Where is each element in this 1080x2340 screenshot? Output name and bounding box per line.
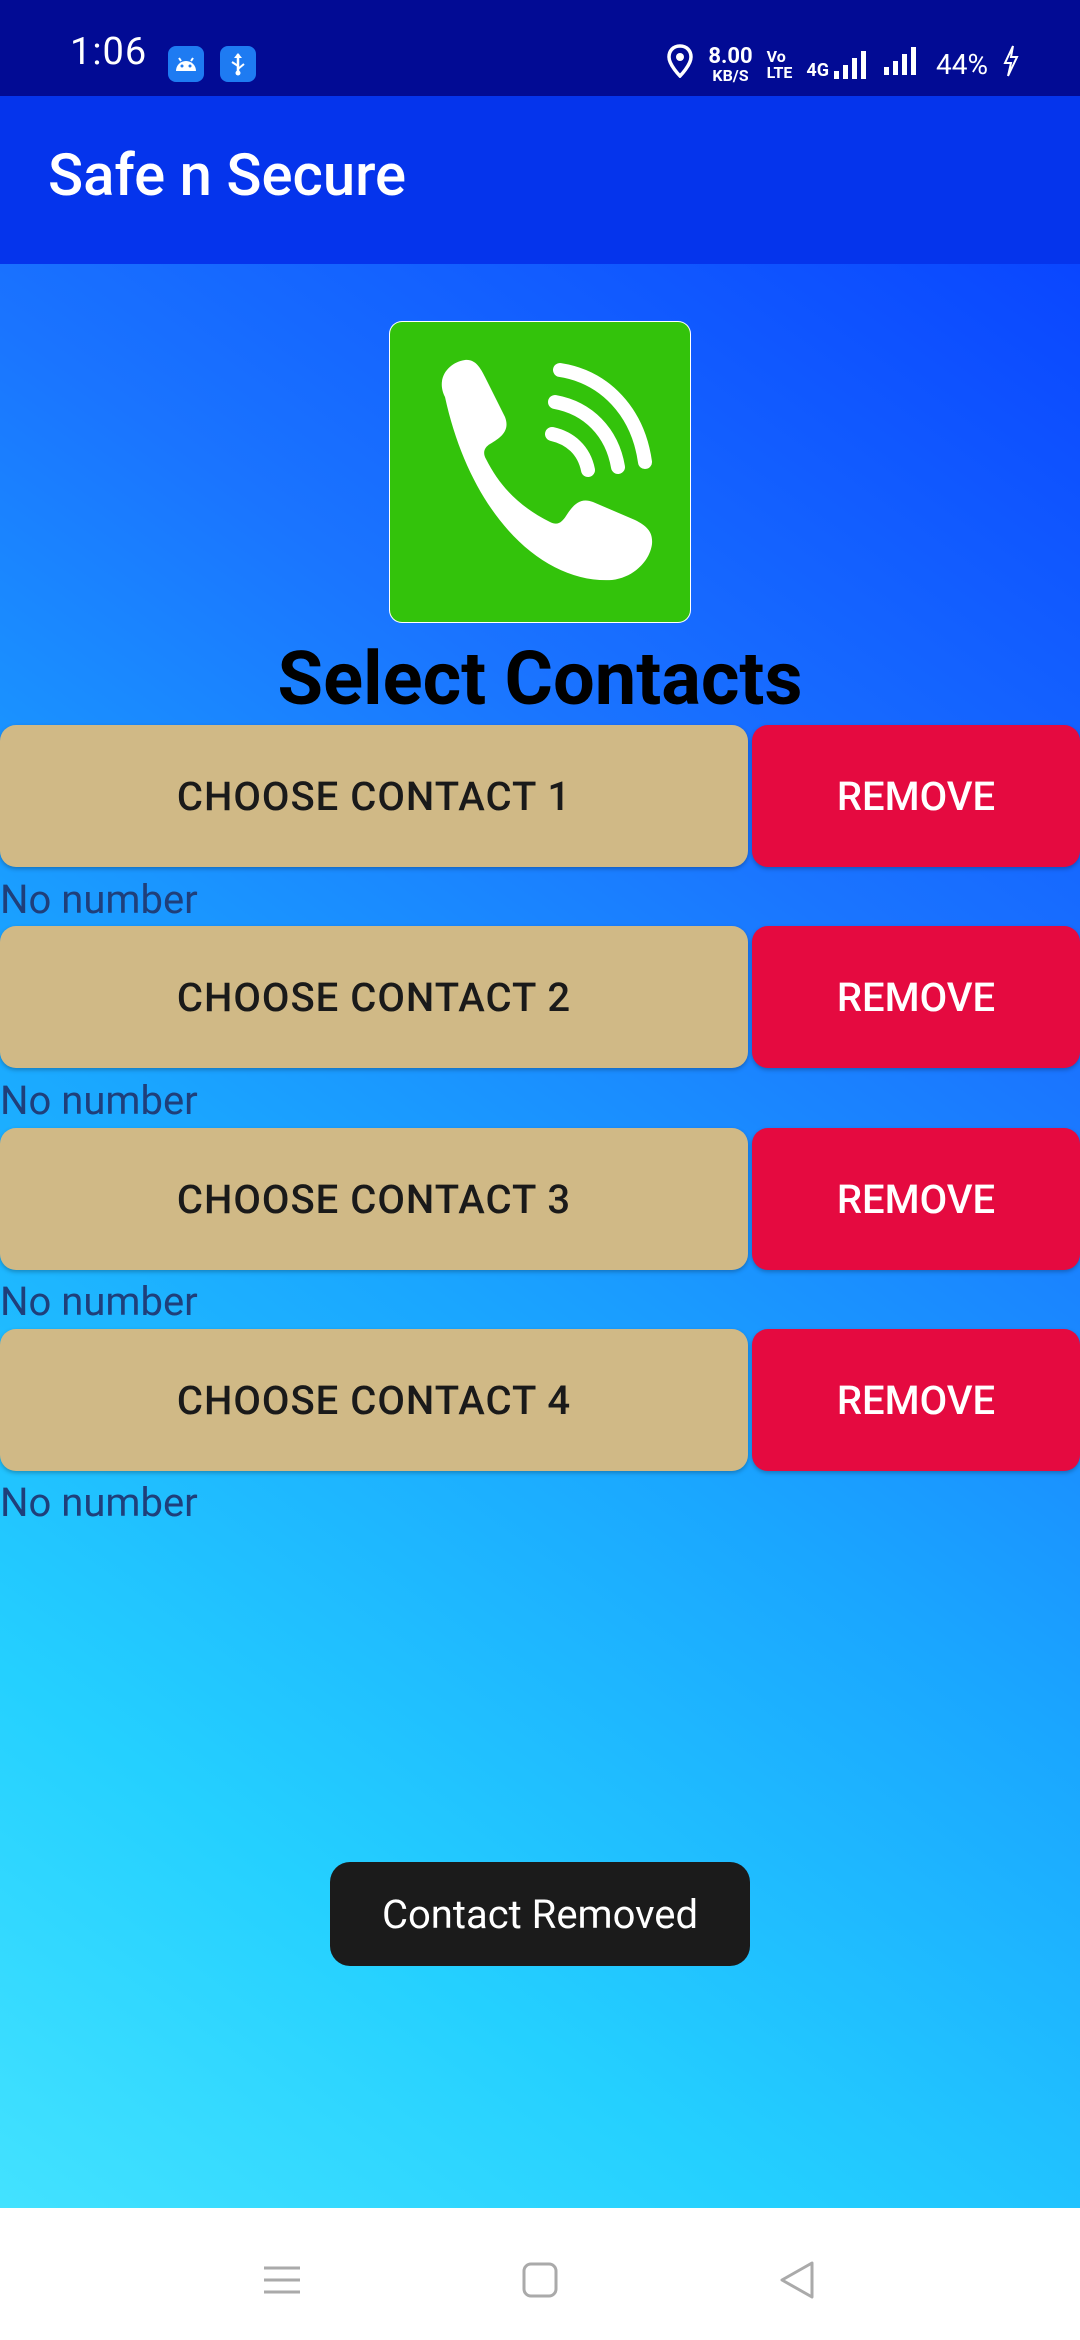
remove-contact-1-button[interactable]: REMOVE [752,725,1080,867]
choose-contact-1-button[interactable]: CHOOSE CONTACT 1 [0,725,748,867]
android-debug-icon [168,46,204,82]
volte-bottom-text: LTE [766,62,793,82]
battery-level: 44% [936,48,988,81]
home-nav-button[interactable] [518,2258,562,2302]
network-type: 4G [806,59,830,81]
app-bar: Safe n Secure [0,96,1080,264]
status-bar: 1:06 8.00 KB/S Vo LTE 4G 44% [0,0,1080,96]
usb-icon [220,46,256,82]
choose-contact-3-button[interactable]: CHOOSE CONTACT 3 [0,1128,748,1270]
network-speed: 8.00 KB/S [708,43,753,85]
contact-3-number: No number [0,1278,198,1325]
signal-4g-icon: 4G [806,49,868,81]
choose-contact-4-button[interactable]: CHOOSE CONTACT 4 [0,1329,748,1471]
remove-contact-2-button[interactable]: REMOVE [752,926,1080,1068]
status-indicators: 8.00 KB/S Vo LTE 4G 44% [666,44,1020,85]
status-time: 1:06 [70,30,148,74]
system-nav-bar [0,2208,1080,2340]
select-contacts-title: Select Contacts [277,636,803,723]
network-speed-value: 8.00 [708,43,753,69]
location-icon [666,44,694,85]
volte-indicator: Vo LTE [766,48,793,82]
app-title: Safe n Secure [48,142,407,210]
menu-icon [264,2266,300,2294]
signal-icon [882,45,922,84]
contact-4-number: No number [0,1479,198,1526]
contact-1-number: No number [0,876,198,923]
network-speed-unit: KB/S [712,65,749,85]
remove-contact-4-button[interactable]: REMOVE [752,1329,1080,1471]
main-content: Select Contacts CHOOSE CONTACT 1 REMOVE … [0,264,1080,2208]
menu-nav-button[interactable] [260,2258,304,2302]
contact-2-number: No number [0,1077,198,1124]
back-nav-button[interactable] [774,2258,818,2302]
home-square-icon [522,2262,558,2298]
charging-icon [1002,45,1020,84]
back-triangle-icon [780,2261,814,2299]
remove-contact-3-button[interactable]: REMOVE [752,1128,1080,1270]
toast-message: Contact Removed [330,1862,750,1966]
choose-contact-2-button[interactable]: CHOOSE CONTACT 2 [0,926,748,1068]
phone-call-icon [390,322,690,622]
